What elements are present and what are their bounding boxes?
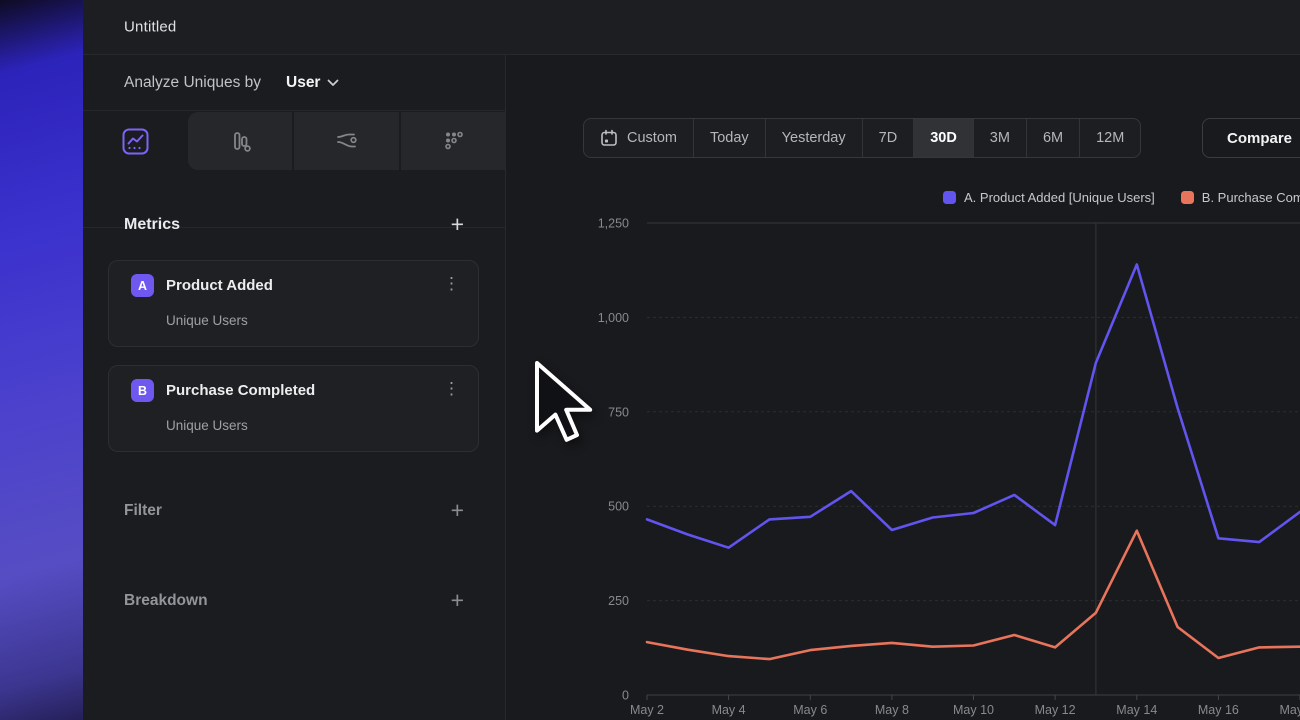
svg-text:750: 750	[608, 405, 629, 419]
analyze-label: Analyze Uniques by	[124, 74, 261, 92]
svg-text:May 10: May 10	[953, 703, 994, 717]
tab-bar-chart[interactable]	[188, 112, 292, 170]
breakdown-title: Breakdown	[124, 592, 208, 610]
metric-badge-a: A	[131, 274, 154, 297]
brand-gradient-strip	[0, 0, 83, 720]
metric-card-a[interactable]: A Product Added Unique Users ⋮	[108, 260, 479, 347]
line-chart-icon	[122, 128, 149, 155]
chevron-down-icon	[327, 79, 339, 87]
top-bar: Untitled	[83, 0, 1300, 55]
metric-title-b: Purchase Completed	[166, 382, 315, 399]
svg-text:May 18: May 18	[1280, 703, 1300, 717]
sidebar: Analyze Uniques by User	[83, 55, 506, 720]
analyze-entity-value: User	[286, 74, 320, 92]
flow-icon	[333, 128, 360, 155]
svg-text:1,000: 1,000	[598, 311, 629, 325]
tab-retention-grid[interactable]	[399, 112, 505, 170]
tab-flow[interactable]	[292, 112, 398, 170]
svg-text:May 12: May 12	[1035, 703, 1076, 717]
svg-text:May 8: May 8	[875, 703, 909, 717]
metric-menu-a[interactable]: ⋮	[443, 275, 460, 294]
svg-text:250: 250	[608, 594, 629, 608]
metric-badge-b: B	[131, 379, 154, 402]
add-breakdown-button[interactable]: +	[451, 589, 464, 612]
bar-chart-icon	[227, 128, 253, 154]
analyze-entity-dropdown[interactable]: User	[286, 74, 339, 92]
retention-grid-icon	[440, 128, 466, 154]
filter-title: Filter	[124, 502, 162, 520]
chart-type-tab-strip	[188, 112, 505, 170]
metric-subtitle-b[interactable]: Unique Users	[166, 418, 248, 433]
metric-subtitle-a[interactable]: Unique Users	[166, 313, 248, 328]
add-metric-button[interactable]: +	[451, 213, 464, 236]
report-title[interactable]: Untitled	[124, 19, 176, 36]
metrics-section-header: Metrics +	[124, 213, 464, 236]
metrics-title: Metrics	[124, 216, 180, 234]
svg-text:May 2: May 2	[630, 703, 664, 717]
svg-text:May 6: May 6	[793, 703, 827, 717]
svg-text:May 16: May 16	[1198, 703, 1239, 717]
metric-menu-b[interactable]: ⋮	[443, 380, 460, 399]
metric-card-b[interactable]: B Purchase Completed Unique Users ⋮	[108, 365, 479, 452]
metric-title-a: Product Added	[166, 277, 273, 294]
filter-section-header: Filter +	[124, 499, 464, 522]
svg-text:May 14: May 14	[1116, 703, 1157, 717]
svg-text:500: 500	[608, 500, 629, 514]
line-chart-plot[interactable]: 0 250 500 750 1,000 1,250 May 2 May 4 May 6 May 8…	[507, 55, 1300, 720]
svg-text:May 4: May 4	[712, 703, 746, 717]
svg-text:1,250: 1,250	[598, 217, 629, 231]
svg-text:0: 0	[622, 689, 629, 703]
breakdown-section-header: Breakdown +	[124, 589, 464, 612]
chart-type-tabs	[83, 112, 505, 170]
add-filter-button[interactable]: +	[451, 499, 464, 522]
tab-line-chart[interactable]	[83, 112, 188, 170]
analyze-row: Analyze Uniques by User	[83, 55, 505, 111]
